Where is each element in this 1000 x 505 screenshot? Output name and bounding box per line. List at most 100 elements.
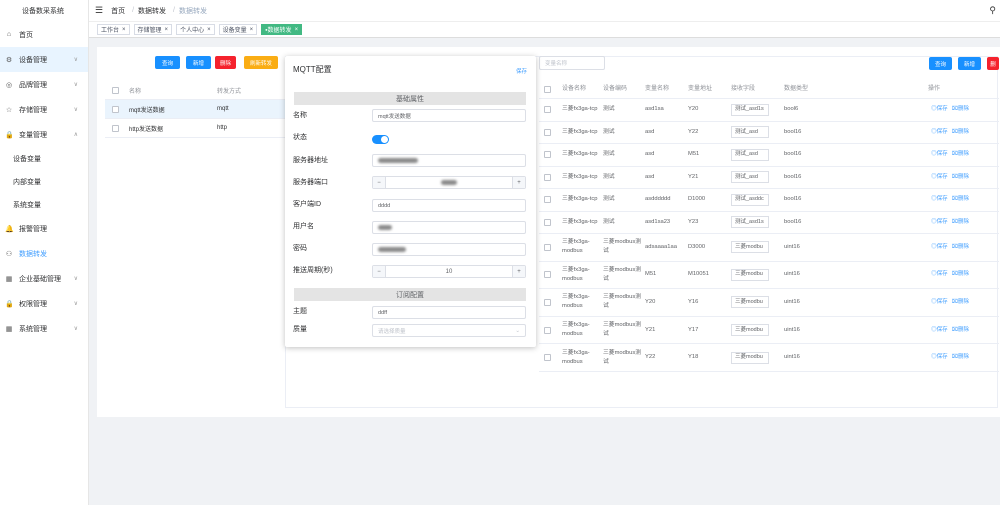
close-icon[interactable]: × bbox=[295, 27, 299, 33]
refresh-forward-button[interactable]: 刷新转发 bbox=[244, 56, 278, 69]
row-checkbox[interactable] bbox=[544, 106, 551, 114]
table-row[interactable]: 三菱fx3ga-tcp 测试 asd1sa Y20 测试_asd1s bool6 ◎保存 ⌧删… bbox=[539, 99, 999, 122]
variable-add-button[interactable]: 新增 bbox=[958, 57, 981, 70]
breadcrumb-home[interactable]: 首页 bbox=[111, 6, 125, 16]
row-save-link[interactable]: ◎保存 bbox=[931, 299, 948, 305]
receive-field-input[interactable]: 测试_asd1s bbox=[731, 103, 769, 116]
receive-field-input[interactable]: 三菱modbu bbox=[731, 324, 769, 337]
port-value[interactable] bbox=[385, 177, 513, 188]
row-delete-link[interactable]: ⌧删除 bbox=[952, 299, 969, 305]
row-delete-link[interactable]: ⌧删除 bbox=[952, 174, 969, 180]
table-row[interactable]: http发送数据 http bbox=[105, 119, 301, 138]
decrement-button[interactable]: − bbox=[373, 266, 385, 277]
close-icon[interactable]: × bbox=[122, 27, 126, 33]
row-checkbox[interactable] bbox=[544, 298, 551, 306]
row-save-link[interactable]: ◎保存 bbox=[931, 106, 948, 112]
period-value[interactable]: 10 bbox=[385, 266, 513, 277]
tag-4[interactable]: ● 数据转发 × bbox=[261, 24, 303, 35]
receive-field-input[interactable]: 测试_asd bbox=[731, 171, 769, 184]
sidebar-item[interactable]: 🔒 变量管理 ∧ bbox=[0, 122, 88, 147]
sidebar-subitem[interactable]: 设备变量 bbox=[0, 147, 88, 170]
row-checkbox[interactable] bbox=[544, 271, 551, 279]
tag-0[interactable]: 工作台 × bbox=[97, 24, 130, 35]
row-save-link[interactable]: ◎保存 bbox=[931, 219, 948, 225]
receive-field-input[interactable]: 测试_asddc bbox=[731, 193, 769, 206]
close-icon[interactable]: × bbox=[207, 27, 211, 33]
increment-button[interactable]: + bbox=[513, 177, 525, 188]
sidebar-item[interactable]: ⚇ 数据转发 bbox=[0, 241, 88, 266]
hamburger-icon[interactable]: ☰ bbox=[95, 5, 103, 16]
port-stepper[interactable]: − + bbox=[372, 176, 526, 189]
sidebar-item[interactable]: ⌂ 首页 bbox=[0, 22, 88, 47]
table-row[interactable]: 三菱fx3ga-tcp 测试 asd Y22 测试_asd bool16 ◎保存 ⌧删除 bbox=[539, 122, 999, 144]
sidebar-item[interactable]: ▦ 系统管理 ∨ bbox=[0, 316, 88, 341]
row-save-link[interactable]: ◎保存 bbox=[931, 244, 948, 250]
table-row[interactable]: 三菱fx3ga-modbus 三菱modbus测试 Y21 Y17 三菱modbu uin… bbox=[539, 317, 999, 345]
variable-search-input[interactable]: 变量名称 bbox=[539, 56, 605, 70]
table-row[interactable]: mqtt发送数据 mqtt bbox=[105, 100, 301, 119]
receive-field-input[interactable]: 测试_asd1s bbox=[731, 216, 769, 229]
row-checkbox[interactable] bbox=[544, 173, 551, 181]
row-delete-link[interactable]: ⌧删除 bbox=[952, 129, 969, 135]
add-button[interactable]: 新增 bbox=[186, 56, 211, 69]
client-id-input[interactable]: dddd bbox=[372, 199, 526, 212]
row-delete-link[interactable]: ⌧删除 bbox=[952, 354, 969, 360]
server-address-input[interactable] bbox=[372, 154, 526, 167]
table-row[interactable]: 三菱fx3ga-tcp 测试 asd Y21 测试_asd bool16 ◎保存 ⌧删除 bbox=[539, 167, 999, 189]
row-checkbox[interactable] bbox=[544, 326, 551, 334]
receive-field-input[interactable]: 三菱modbu bbox=[731, 268, 769, 281]
sidebar-item[interactable]: 🔒 权限管理 ∨ bbox=[0, 291, 88, 316]
variable-delete-button[interactable]: 删 bbox=[987, 57, 999, 70]
sidebar-item[interactable]: ⚙ 设备管理 ∨ bbox=[0, 47, 88, 72]
row-delete-link[interactable]: ⌧删除 bbox=[952, 244, 969, 250]
password-input[interactable] bbox=[372, 243, 526, 256]
receive-field-input[interactable]: 测试_asd bbox=[731, 148, 769, 161]
dialog-save-link[interactable]: 保存 bbox=[516, 67, 527, 75]
tag-3[interactable]: 设备变量 × bbox=[218, 24, 258, 35]
row-checkbox[interactable] bbox=[544, 218, 551, 226]
row-checkbox[interactable] bbox=[544, 128, 551, 136]
breadcrumb-section[interactable]: 数据转发 bbox=[138, 6, 166, 16]
row-checkbox[interactable] bbox=[112, 105, 119, 113]
name-input[interactable]: mqtt发送数据 bbox=[372, 109, 526, 122]
sidebar-item[interactable]: ▦ 企业基础管理 ∨ bbox=[0, 266, 88, 291]
row-checkbox[interactable] bbox=[544, 151, 551, 159]
tag-2[interactable]: 个人中心 × bbox=[176, 24, 215, 35]
sidebar-item[interactable]: 🔔 报警管理 bbox=[0, 216, 88, 241]
status-toggle[interactable] bbox=[372, 135, 389, 144]
row-save-link[interactable]: ◎保存 bbox=[931, 354, 948, 360]
row-save-link[interactable]: ◎保存 bbox=[931, 196, 948, 202]
select-all-checkbox[interactable] bbox=[112, 86, 119, 94]
row-checkbox[interactable] bbox=[544, 243, 551, 251]
row-delete-link[interactable]: ⌧删除 bbox=[952, 327, 969, 333]
table-row[interactable]: 三菱fx3ga-modbus 三菱modbus测试 Y22 Y18 三菱modbu uin… bbox=[539, 344, 999, 372]
delete-button[interactable]: 删除 bbox=[215, 56, 236, 69]
search-icon[interactable]: ⚲ bbox=[989, 5, 996, 16]
variable-query-button[interactable]: 查询 bbox=[929, 57, 952, 70]
row-checkbox[interactable] bbox=[544, 354, 551, 362]
qos-select[interactable]: 请选择质量 ⌄ bbox=[372, 324, 526, 337]
receive-field-input[interactable]: 三菱modbu bbox=[731, 296, 769, 309]
row-delete-link[interactable]: ⌧删除 bbox=[952, 106, 969, 112]
row-delete-link[interactable]: ⌧删除 bbox=[952, 196, 969, 202]
row-delete-link[interactable]: ⌧删除 bbox=[952, 271, 969, 277]
table-row[interactable]: 三菱fx3ga-tcp 测试 asd1sa23 Y23 测试_asd1s bool16 ◎保… bbox=[539, 212, 999, 234]
table-row[interactable]: 三菱fx3ga-modbus 三菱modbus测试 adsaaaa1aa D3000 三… bbox=[539, 234, 999, 262]
topic-input[interactable]: ddff bbox=[372, 306, 526, 319]
sidebar-subitem[interactable]: 系统变量 bbox=[0, 193, 88, 216]
table-row[interactable]: 三菱fx3ga-modbus 三菱modbus测试 Y20 Y16 三菱modbu uin… bbox=[539, 289, 999, 317]
row-save-link[interactable]: ◎保存 bbox=[931, 174, 948, 180]
table-row[interactable]: 三菱fx3ga-tcp 测试 asd M51 测试_asd bool16 ◎保存 ⌧删除 bbox=[539, 144, 999, 167]
username-input[interactable] bbox=[372, 221, 526, 234]
close-icon[interactable]: × bbox=[165, 27, 169, 33]
row-save-link[interactable]: ◎保存 bbox=[931, 151, 948, 157]
decrement-button[interactable]: − bbox=[373, 177, 385, 188]
receive-field-input[interactable]: 测试_asd bbox=[731, 126, 769, 139]
sidebar-item[interactable]: ☆ 存储管理 ∨ bbox=[0, 97, 88, 122]
row-checkbox[interactable] bbox=[112, 124, 119, 132]
sidebar-subitem[interactable]: 内部变量 bbox=[0, 170, 88, 193]
query-button[interactable]: 查询 bbox=[155, 56, 180, 69]
row-delete-link[interactable]: ⌧删除 bbox=[952, 151, 969, 157]
table-row[interactable]: 三菱fx3ga-tcp 测试 asdddddd D1000 测试_asddc bool16… bbox=[539, 189, 999, 212]
row-delete-link[interactable]: ⌧删除 bbox=[952, 219, 969, 225]
